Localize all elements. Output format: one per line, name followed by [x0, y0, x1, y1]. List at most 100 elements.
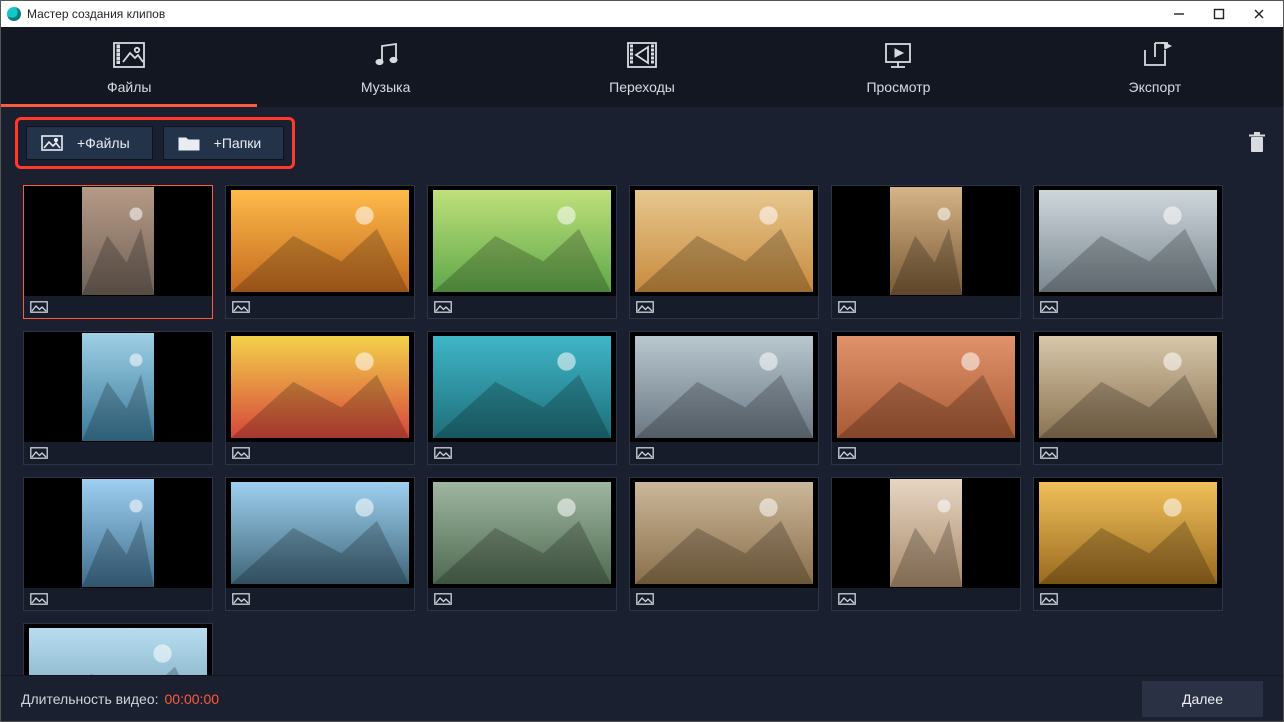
media-type-badge — [832, 296, 1020, 318]
media-item[interactable] — [225, 331, 415, 465]
maximize-button[interactable] — [1199, 1, 1239, 27]
media-grid-scroll[interactable] — [1, 175, 1283, 675]
image-type-icon — [30, 447, 48, 459]
image-icon — [41, 135, 63, 151]
app-window: Мастер создания клипов Файлы Музыка Перехо… — [0, 0, 1284, 722]
media-type-badge — [832, 588, 1020, 610]
media-type-badge — [1034, 588, 1222, 610]
thumbnail-image — [837, 336, 1015, 438]
transitions-icon — [625, 40, 659, 73]
thumbnail-image — [433, 190, 611, 292]
thumbnail-area — [24, 478, 212, 588]
thumbnail-area — [1034, 332, 1222, 442]
thumbnail-image — [29, 628, 207, 675]
tab-label: Музыка — [361, 79, 411, 95]
thumbnail-area — [24, 624, 212, 675]
media-item[interactable] — [23, 185, 213, 319]
media-item[interactable] — [1033, 185, 1223, 319]
duration-value: 00:00:00 — [165, 691, 220, 707]
media-grid — [23, 185, 1261, 675]
thumbnail-image — [635, 482, 813, 584]
thumbnail-image — [635, 336, 813, 438]
step-tabs: Файлы Музыка Переходы ПросмотрЭкспорт — [1, 27, 1283, 107]
trash-icon — [1248, 132, 1266, 154]
media-item[interactable] — [1033, 331, 1223, 465]
thumbnail-area — [226, 332, 414, 442]
media-item[interactable] — [629, 477, 819, 611]
thumbnail-area — [1034, 478, 1222, 588]
image-type-icon — [30, 301, 48, 313]
media-item[interactable] — [427, 477, 617, 611]
media-item[interactable] — [427, 185, 617, 319]
thumbnail-image — [635, 190, 813, 292]
media-item[interactable] — [629, 185, 819, 319]
media-type-badge — [24, 588, 212, 610]
add-files-button[interactable]: +Файлы — [26, 126, 153, 160]
media-item[interactable] — [23, 477, 213, 611]
media-item[interactable] — [629, 331, 819, 465]
image-type-icon — [30, 593, 48, 605]
media-type-badge — [1034, 442, 1222, 464]
thumbnail-image — [82, 187, 154, 295]
media-item[interactable] — [225, 477, 415, 611]
tab-label: Переходы — [609, 79, 675, 95]
image-type-icon — [636, 447, 654, 459]
thumbnail-image — [82, 333, 154, 441]
folder-icon — [178, 135, 200, 151]
tab-music[interactable]: Музыка — [257, 27, 513, 107]
thumbnail-area — [428, 186, 616, 296]
thumbnail-area — [832, 478, 1020, 588]
thumbnail-area — [832, 332, 1020, 442]
window-title: Мастер создания клипов — [27, 7, 165, 21]
add-files-label: +Файлы — [77, 135, 130, 151]
music-icon — [369, 40, 403, 73]
image-type-icon — [434, 301, 452, 313]
media-item[interactable] — [831, 185, 1021, 319]
export-icon — [1138, 40, 1172, 73]
media-type-badge — [630, 588, 818, 610]
thumbnail-area — [24, 332, 212, 442]
next-button[interactable]: Далее — [1142, 681, 1263, 717]
media-type-badge — [428, 296, 616, 318]
tab-transitions[interactable]: Переходы — [514, 27, 770, 107]
media-item[interactable] — [23, 331, 213, 465]
media-type-badge — [630, 442, 818, 464]
media-item[interactable] — [23, 623, 213, 675]
close-button[interactable] — [1239, 1, 1279, 27]
media-type-badge — [226, 588, 414, 610]
add-folders-button[interactable]: +Папки — [163, 126, 285, 160]
media-item[interactable] — [831, 477, 1021, 611]
app-icon — [7, 7, 21, 21]
media-item[interactable] — [427, 331, 617, 465]
image-type-icon — [838, 301, 856, 313]
tab-files[interactable]: Файлы — [1, 27, 257, 107]
media-type-badge — [428, 442, 616, 464]
image-type-icon — [636, 301, 654, 313]
tab-preview[interactable]: Просмотр — [770, 27, 1026, 107]
image-type-icon — [1040, 301, 1058, 313]
delete-button[interactable] — [1245, 129, 1269, 157]
add-folders-label: +Папки — [214, 135, 262, 151]
media-type-badge — [428, 588, 616, 610]
image-type-icon — [434, 593, 452, 605]
media-item[interactable] — [831, 331, 1021, 465]
tab-export[interactable]: Экспорт — [1027, 27, 1283, 107]
thumbnail-area — [226, 478, 414, 588]
thumbnail-area — [630, 186, 818, 296]
tab-label: Файлы — [107, 79, 151, 95]
thumbnail-image — [1039, 336, 1217, 438]
media-type-badge — [832, 442, 1020, 464]
image-type-icon — [636, 593, 654, 605]
thumbnail-area — [428, 478, 616, 588]
media-type-badge — [1034, 296, 1222, 318]
preview-icon — [881, 40, 915, 73]
minimize-button[interactable] — [1159, 1, 1199, 27]
thumbnail-image — [433, 482, 611, 584]
thumbnail-image — [890, 479, 962, 587]
media-item[interactable] — [225, 185, 415, 319]
titlebar: Мастер создания клипов — [1, 1, 1283, 27]
media-type-badge — [24, 442, 212, 464]
image-type-icon — [1040, 593, 1058, 605]
media-item[interactable] — [1033, 477, 1223, 611]
thumbnail-area — [1034, 186, 1222, 296]
